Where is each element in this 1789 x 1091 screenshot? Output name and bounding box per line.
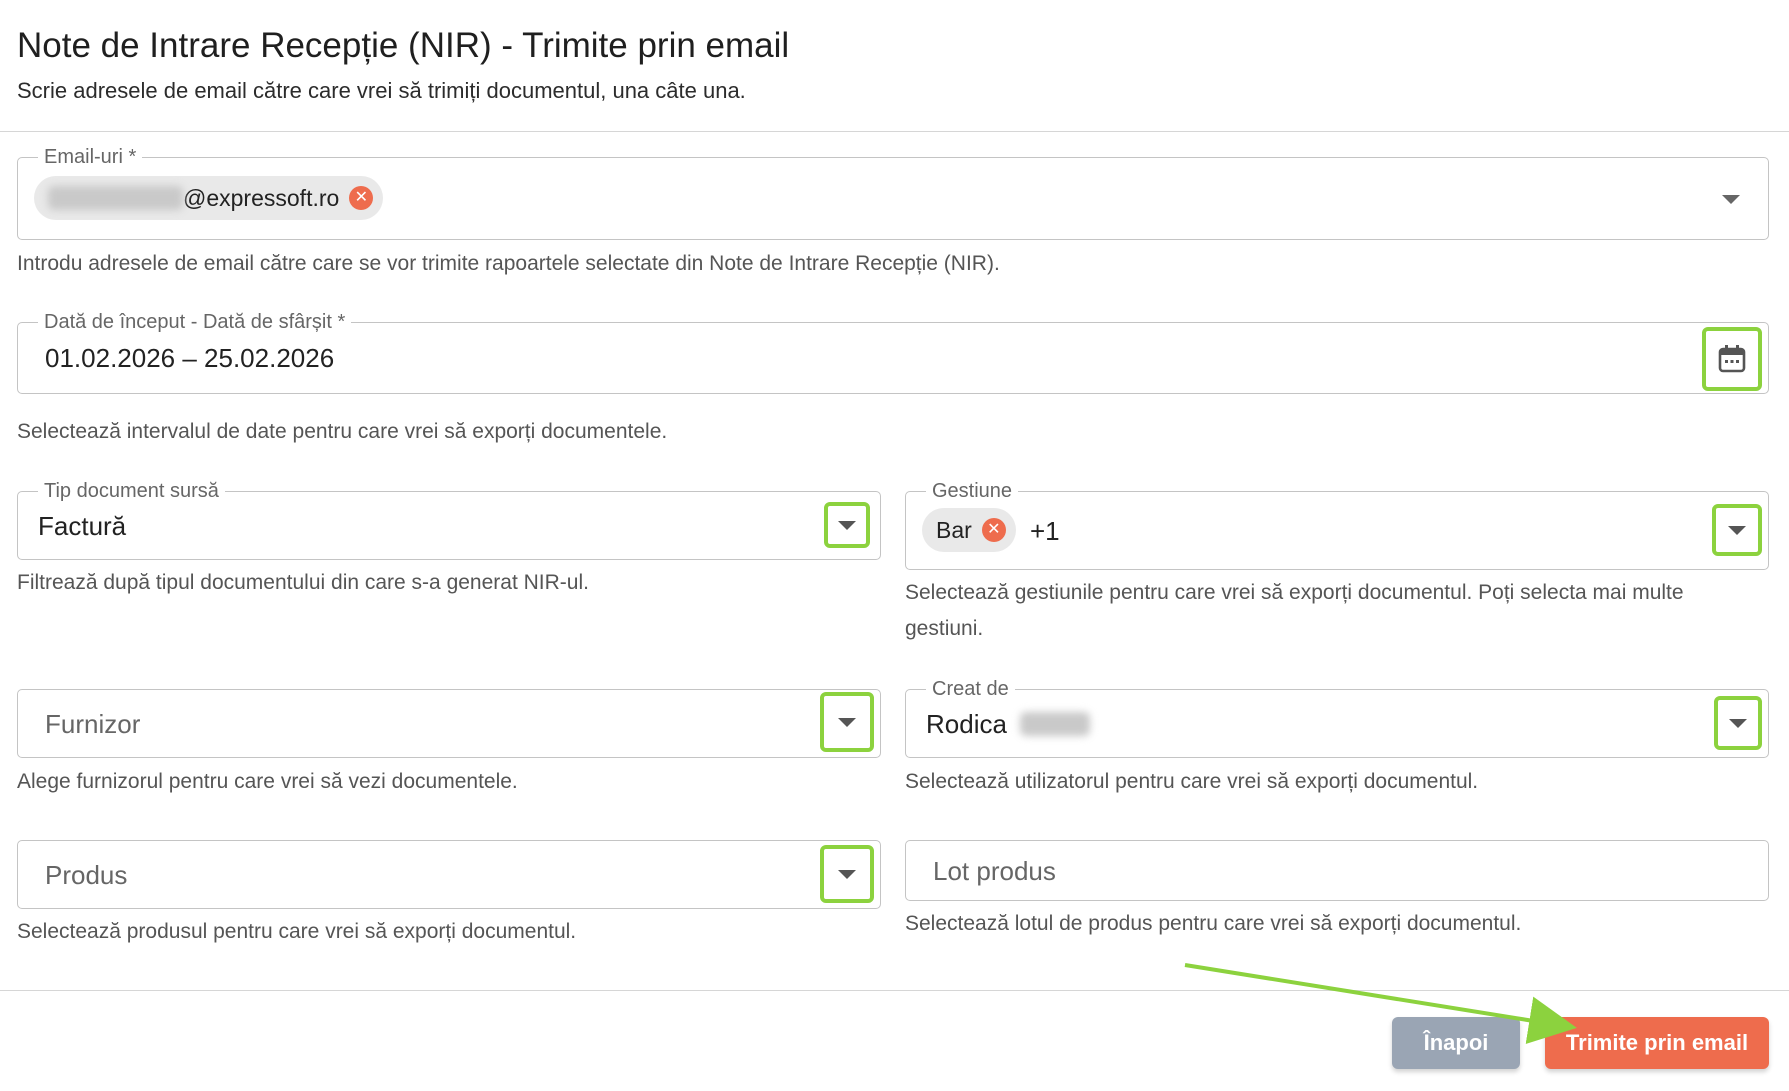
- lot-helper: Selectează lotul de produs pentru care v…: [905, 912, 1522, 935]
- emails-field[interactable]: Email-uri * @expressoft.ro ✕: [17, 146, 1769, 240]
- created-by-select[interactable]: Creat de Rodica: [905, 678, 1769, 758]
- date-range-helper: Selectează intervalul de date pentru car…: [17, 420, 668, 443]
- created-by-surname-redacted: [1020, 712, 1090, 736]
- product-placeholder: Produs: [45, 860, 128, 890]
- nir-email-dialog: Note de Intrare Recepție (NIR) - Trimite…: [0, 0, 1789, 1091]
- created-by-dropdown-button[interactable]: [1714, 696, 1762, 750]
- supplier-dropdown-button[interactable]: [820, 692, 874, 752]
- supplier-helper: Alege furnizorul pentru care vrei să vez…: [17, 770, 518, 793]
- product-select[interactable]: Produs: [17, 840, 881, 909]
- source-type-select[interactable]: Tip document sursă Factură: [17, 480, 881, 560]
- email-user-redacted: [48, 186, 183, 210]
- gestiune-more-count: +1: [1030, 516, 1060, 546]
- date-range-value: 01.02.2026 – 25.02.2026: [45, 343, 335, 373]
- emails-label: Email-uri *: [38, 146, 143, 168]
- created-by-value: Rodica: [926, 709, 1007, 739]
- emails-helper: Introdu adresele de email către care se …: [17, 252, 1000, 275]
- source-type-value: Factură: [38, 511, 127, 541]
- chevron-down-icon[interactable]: [1722, 195, 1740, 204]
- chevron-down-icon: [1729, 718, 1747, 728]
- lot-input[interactable]: Lot produs: [905, 840, 1769, 901]
- supplier-placeholder: Furnizor: [45, 709, 141, 739]
- calendar-button[interactable]: [1702, 327, 1762, 391]
- chevron-down-icon: [1728, 525, 1746, 535]
- supplier-select[interactable]: Furnizor: [17, 689, 881, 758]
- send-email-button[interactable]: Trimite prin email: [1545, 1017, 1769, 1069]
- gestiune-chip-label: Bar: [936, 516, 972, 543]
- email-chip[interactable]: @expressoft.ro ✕: [34, 176, 384, 220]
- product-dropdown-button[interactable]: [820, 845, 874, 903]
- gestiune-select[interactable]: Gestiune Bar ✕ +1: [905, 480, 1769, 570]
- email-chip-domain: @expressoft.ro: [183, 184, 340, 211]
- chevron-down-icon: [838, 717, 856, 727]
- source-type-dropdown-button[interactable]: [824, 502, 870, 548]
- source-type-helper: Filtrează după tipul documentului din ca…: [17, 571, 589, 594]
- product-helper: Selectează produsul pentru care vrei să …: [17, 920, 577, 943]
- close-circle-icon[interactable]: ✕: [349, 186, 374, 210]
- gestiune-label: Gestiune: [926, 480, 1019, 502]
- close-circle-icon[interactable]: ✕: [981, 518, 1006, 542]
- footer-divider: [0, 990, 1789, 991]
- chevron-down-icon: [838, 869, 856, 879]
- lot-placeholder: Lot produs: [933, 856, 1056, 886]
- back-button[interactable]: Înapoi: [1392, 1017, 1520, 1069]
- source-type-label: Tip document sursă: [38, 480, 225, 502]
- header-divider: [0, 131, 1789, 132]
- chevron-down-icon: [838, 520, 856, 530]
- page-title: Note de Intrare Recepție (NIR) - Trimite…: [17, 26, 790, 65]
- gestiune-helper: Selectează gestiunile pentru care vrei s…: [905, 581, 1684, 640]
- page-subtitle: Scrie adresele de email către care vrei …: [17, 78, 746, 103]
- gestiune-dropdown-button[interactable]: [1712, 504, 1762, 556]
- created-by-helper: Selectează utilizatorul pentru care vrei…: [905, 770, 1479, 793]
- calendar-icon: [1718, 345, 1746, 373]
- date-range-label: Dată de început - Dată de sfârșit *: [38, 311, 352, 333]
- date-range-field[interactable]: Dată de început - Dată de sfârșit * 01.0…: [17, 311, 1769, 394]
- gestiune-chip[interactable]: Bar ✕: [922, 508, 1016, 552]
- created-by-label: Creat de: [926, 678, 1015, 700]
